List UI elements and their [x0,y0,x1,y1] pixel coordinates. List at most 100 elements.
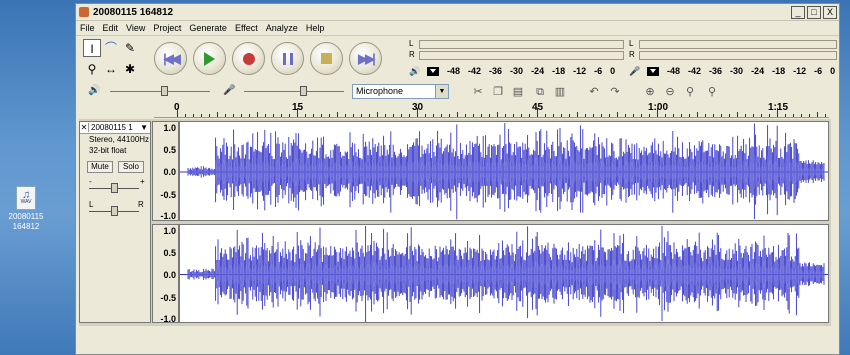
zoom-in-icon[interactable]: ⊕ [641,83,659,101]
waveform-right-channel[interactable] [179,224,829,323]
menu-view[interactable]: View [126,23,145,33]
solo-button[interactable]: Solo [118,161,144,173]
skip-to-start-button[interactable]: |◀◀ [154,42,187,75]
record-meter-left-bar [639,40,837,49]
ruler-tick [313,114,314,117]
ruler-tick [809,114,810,117]
ruler-tick [225,114,226,117]
ruler-tick [721,114,722,117]
stop-button[interactable] [310,42,343,75]
ruler-tick [433,114,434,117]
ruler-tick [737,112,738,117]
title-bar: 20080115 164812 _ □ X [76,4,839,21]
ruler-tick [617,112,618,117]
minimize-button[interactable]: _ [791,5,805,19]
input-volume-slider[interactable] [244,86,344,96]
playback-meter-left-bar [419,40,624,49]
trim-icon[interactable]: ⧉ [531,83,549,101]
ruler-tick [321,114,322,117]
speaker-icon: 🔊 [409,66,421,76]
redo-icon[interactable]: ↷ [606,83,624,101]
close-icon[interactable]: ✕ [80,123,89,132]
ruler-tick [625,114,626,117]
play-button[interactable] [193,42,226,75]
ruler-tick [753,114,754,117]
ruler-tick [537,108,538,117]
input-source-value: Microphone [356,86,404,96]
menu-file[interactable]: File [80,23,95,33]
track-name[interactable]: 20080115 1 [89,123,140,132]
track-area: ✕ 20080115 1 ▼ Stereo, 44100Hz 32-bit fl… [79,119,831,326]
paste-icon[interactable]: ▤ [509,83,527,101]
output-volume-knob[interactable] [161,86,169,96]
playback-meter-menu-button[interactable] [427,66,439,76]
track-name-bar[interactable]: ✕ 20080115 1 ▼ [80,122,150,134]
silence-icon[interactable]: ▥ [551,83,569,101]
gain-slider[interactable] [89,183,139,193]
ruler-tick [329,114,330,117]
mute-button[interactable]: Mute [87,161,113,173]
close-button[interactable]: X [823,5,837,19]
zoom-out-icon[interactable]: ⊖ [661,83,679,101]
tools-toolbar: I ⌒ ✎ ⚲ ↔ ✱ [81,39,139,79]
scale-label: -30 [510,66,524,76]
timeshift-tool-icon[interactable]: ↔ [102,60,120,78]
desktop-icon-label-1: 20080115 [8,212,44,221]
maximize-button[interactable]: □ [807,5,821,19]
wav-file-icon: ♫ [16,186,36,210]
scale-label: -6 [814,66,823,76]
track-menu-chevron-icon[interactable]: ▼ [140,123,150,132]
ruler-tick [361,114,362,117]
envelope-tool-icon[interactable]: ⌒ [102,39,120,57]
pan-slider[interactable] [89,206,139,216]
ruler-tick [369,114,370,117]
menu-analyze[interactable]: Analyze [266,23,298,33]
multi-tool-icon[interactable]: ✱ [121,60,139,78]
gain-knob[interactable] [111,183,118,193]
pan-knob[interactable] [111,206,118,216]
menu-generate[interactable]: Generate [189,23,227,33]
ruler-tick [785,114,786,117]
copy-icon[interactable]: ❐ [489,83,507,101]
ruler-tick [569,114,570,117]
selection-tool-icon[interactable]: I [83,39,101,57]
menu-help[interactable]: Help [306,23,325,33]
window-title: 20080115 164812 [93,6,174,18]
ruler-tick [257,112,258,117]
desktop-file-icon[interactable]: ♫ 20080115 164812 [0,186,52,232]
menu-effect[interactable]: Effect [235,23,258,33]
ruler-tick [713,114,714,117]
record-icon [242,52,255,65]
record-button[interactable] [232,42,265,75]
input-source-select[interactable]: Microphone ▼ [352,84,449,99]
ruler-tick [177,108,178,117]
menu-edit[interactable]: Edit [103,23,119,33]
fit-selection-icon[interactable]: ⚲ [681,83,699,101]
ruler-tick [521,114,522,117]
timeline-ruler[interactable]: 0 15 30 45 1:00 1:15 [154,102,829,118]
ruler-tick [657,108,658,117]
ruler-tick [401,114,402,117]
scale-label: -42 [688,66,702,76]
fit-project-icon[interactable]: ⚲ [703,83,721,101]
waveform-left-channel[interactable] [179,121,829,221]
undo-icon[interactable]: ↶ [585,83,603,101]
output-volume-icon: 🔊 [88,85,101,96]
ruler-tick [673,114,674,117]
stop-icon [321,53,332,64]
zoom-tool-icon[interactable]: ⚲ [83,60,101,78]
desktop-icon-label-2: 164812 [12,222,40,231]
record-meter-menu-button[interactable] [647,66,659,76]
skip-to-end-button[interactable]: ▶▶| [349,42,382,75]
pause-button[interactable] [271,42,304,75]
input-volume-knob[interactable] [299,86,307,96]
ruler-tick [465,114,466,117]
output-volume-slider[interactable] [110,86,210,96]
ruler-tick [289,114,290,117]
menu-project[interactable]: Project [153,23,181,33]
cut-icon[interactable]: ✂ [469,83,487,101]
draw-tool-icon[interactable]: ✎ [121,39,139,57]
ruler-tick [593,114,594,117]
ruler-tick [577,112,578,117]
scale-label: -36 [709,66,723,76]
